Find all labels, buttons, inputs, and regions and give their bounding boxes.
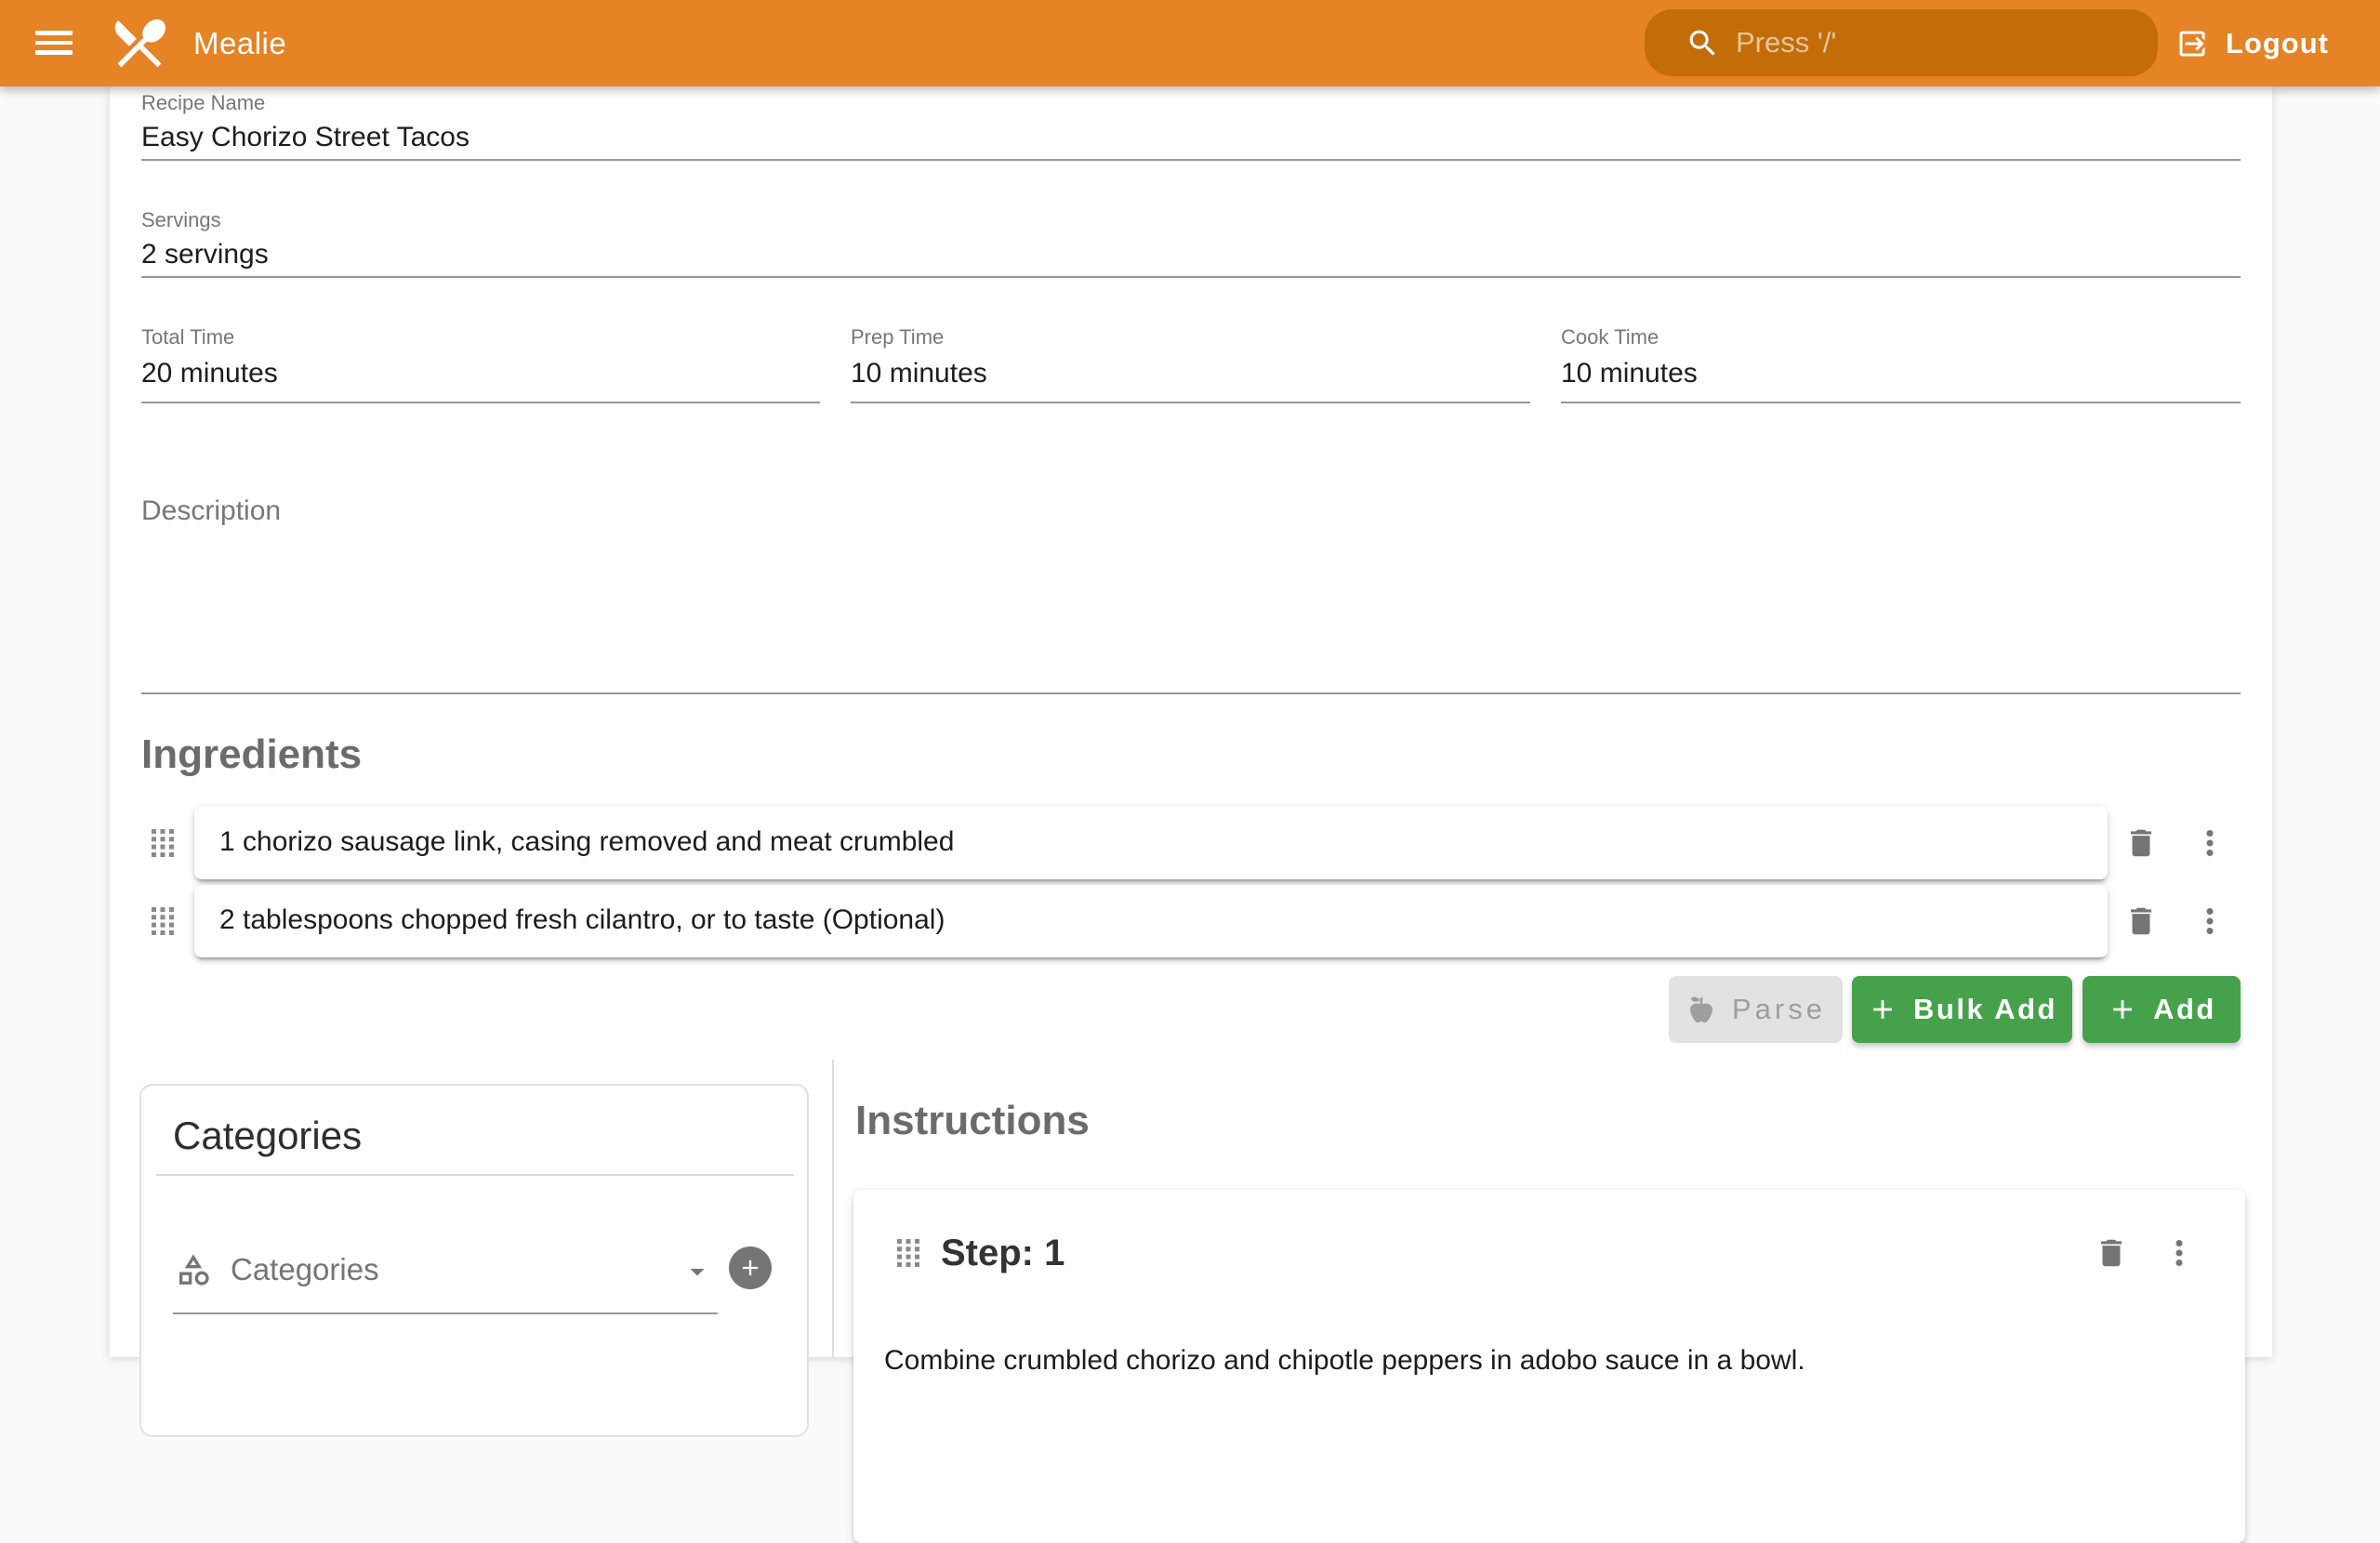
delete-ingredient-icon[interactable] xyxy=(2123,903,2159,939)
recipe-name-input[interactable]: Easy Chorizo Street Tacos xyxy=(141,119,469,156)
drag-handle-icon[interactable] xyxy=(152,829,174,857)
apple-icon xyxy=(1686,994,1717,1025)
ingredient-input[interactable]: 2 tablespoons chopped fresh cilantro, or… xyxy=(194,885,2108,957)
servings-underline xyxy=(141,276,2241,278)
instructions-heading: Instructions xyxy=(855,1097,1090,1145)
page-background xyxy=(2272,86,2380,1357)
app-bar: Mealie Press '/' Logout xyxy=(0,0,2380,86)
chevron-down-icon[interactable] xyxy=(681,1255,714,1288)
description-textarea[interactable] xyxy=(141,530,2241,692)
instruction-step-card: Step: 1 Combine crumbled chorizo and chi… xyxy=(853,1190,2245,1543)
cook-time-label: Cook Time xyxy=(1561,325,1659,349)
cook-time-underline xyxy=(1561,402,2241,403)
step-title: Step: 1 xyxy=(941,1233,1064,1274)
parse-label: Parse xyxy=(1732,993,1826,1026)
prep-time-label: Prep Time xyxy=(851,325,944,349)
description-label: Description xyxy=(141,495,281,528)
plus-icon xyxy=(2107,994,2138,1025)
logout-label: Logout xyxy=(2226,27,2329,60)
servings-input[interactable]: 2 servings xyxy=(141,236,269,273)
total-time-label: Total Time xyxy=(141,325,234,349)
recipe-name-label: Recipe Name xyxy=(141,91,265,115)
app-title: Mealie xyxy=(193,0,286,86)
plus-icon xyxy=(1867,994,1898,1025)
prep-time-input[interactable]: 10 minutes xyxy=(851,355,987,392)
prep-time-underline xyxy=(851,402,1530,403)
delete-ingredient-icon[interactable] xyxy=(2123,825,2159,861)
categories-card: Categories Categories xyxy=(139,1084,809,1437)
menu-icon[interactable] xyxy=(35,31,73,55)
bulk-add-button[interactable]: Bulk Add xyxy=(1852,976,2072,1043)
ingredient-menu-icon[interactable] xyxy=(2190,902,2229,941)
column-divider xyxy=(832,1060,834,1357)
drag-handle-icon[interactable] xyxy=(152,907,174,935)
ingredients-heading: Ingredients xyxy=(141,731,362,779)
recipe-name-underline xyxy=(141,159,2241,161)
categories-select[interactable]: Categories xyxy=(175,1248,733,1291)
categories-title: Categories xyxy=(173,1114,362,1158)
delete-step-icon[interactable] xyxy=(2094,1235,2129,1271)
categories-select-label: Categories xyxy=(231,1252,379,1287)
mealie-logo-icon xyxy=(108,11,171,74)
search-input[interactable]: Press '/' xyxy=(1645,9,2158,76)
categories-divider xyxy=(156,1174,794,1176)
step-menu-icon[interactable] xyxy=(2160,1233,2199,1273)
add-label: Add xyxy=(2153,993,2216,1026)
ingredient-input[interactable]: 1 chorizo sausage link, casing removed a… xyxy=(194,807,2108,879)
total-time-input[interactable]: 20 minutes xyxy=(141,355,278,392)
shapes-icon xyxy=(175,1251,212,1288)
total-time-underline xyxy=(141,402,820,403)
drag-handle-icon[interactable] xyxy=(897,1239,919,1267)
logout-icon xyxy=(2175,27,2209,60)
ingredient-menu-icon[interactable] xyxy=(2190,824,2229,863)
categories-select-underline xyxy=(173,1312,718,1314)
add-category-button[interactable] xyxy=(729,1246,772,1289)
servings-label: Servings xyxy=(141,208,221,232)
search-placeholder: Press '/' xyxy=(1736,9,1836,76)
parse-button[interactable]: Parse xyxy=(1669,976,1843,1043)
cook-time-input[interactable]: 10 minutes xyxy=(1561,355,1698,392)
plus-icon xyxy=(737,1255,763,1281)
bulk-add-label: Bulk Add xyxy=(1913,993,2057,1026)
step-text-input[interactable]: Combine crumbled chorizo and chipotle pe… xyxy=(884,1340,2214,1381)
description-underline xyxy=(141,692,2241,694)
search-icon xyxy=(1686,26,1720,60)
logout-button[interactable]: Logout xyxy=(2175,0,2329,86)
add-ingredient-button[interactable]: Add xyxy=(2082,976,2241,1043)
mealie-recipe-editor-page: { "app_bar": { "title": "Mealie", "searc… xyxy=(0,0,2380,1357)
